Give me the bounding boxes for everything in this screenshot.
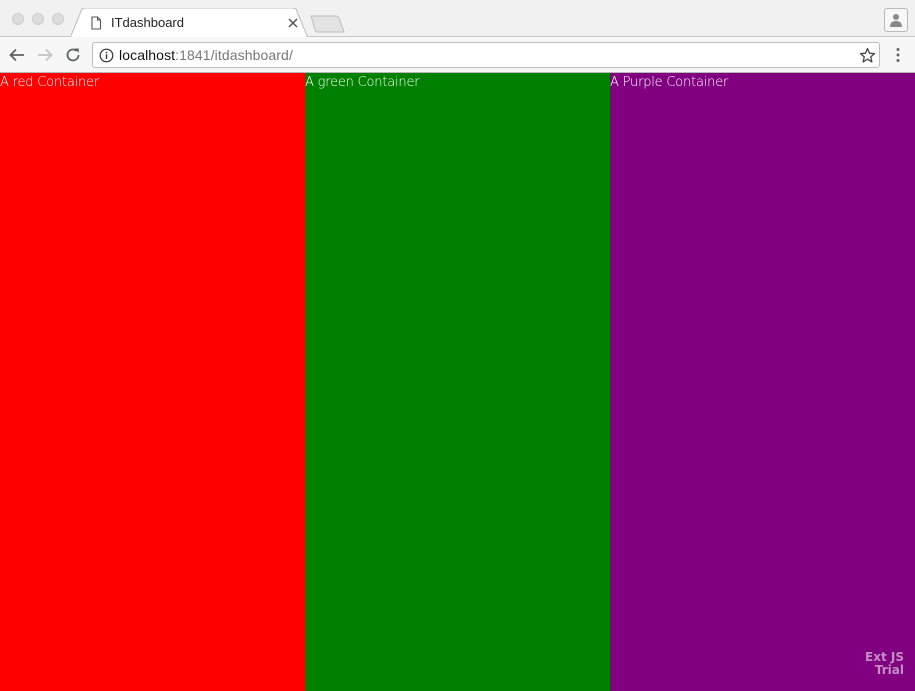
arrow-left-icon[interactable] (8, 46, 26, 64)
url-text: localhost:1841/itdashboard/ (119, 47, 293, 64)
star-icon[interactable] (859, 47, 876, 64)
red-container: A red Container (0, 73, 305, 691)
red-container-label: A red Container (0, 75, 99, 90)
info-icon[interactable] (99, 48, 114, 63)
minimize-window-button[interactable] (32, 13, 44, 25)
reload-icon[interactable] (64, 46, 82, 64)
tab-title: ITdashboard (111, 15, 184, 30)
page-content: A red Container A green Container A Purp… (0, 73, 915, 691)
extjs-trial-watermark: Ext JS Trial (865, 651, 904, 677)
tab-strip: ITdashboard (0, 0, 915, 38)
maximize-window-button[interactable] (52, 13, 64, 25)
browser-window: ITdashboard localhost:1841/itdashboard/ … (0, 0, 915, 691)
kebab-menu-icon[interactable] (891, 47, 905, 63)
green-container: A green Container (305, 73, 610, 691)
close-window-button[interactable] (12, 13, 24, 25)
new-tab-button[interactable] (309, 15, 347, 33)
arrow-right-icon[interactable] (36, 46, 54, 64)
url-path: :1841/itdashboard/ (175, 47, 293, 63)
close-icon[interactable] (286, 16, 300, 30)
purple-container: A Purple Container Ext JS Trial (610, 73, 915, 691)
address-bar[interactable]: localhost:1841/itdashboard/ (92, 42, 880, 68)
green-container-label: A green Container (305, 75, 420, 90)
watermark-line-2: Trial (874, 663, 904, 677)
url-host: localhost (119, 47, 176, 63)
purple-container-label: A Purple Container (610, 75, 729, 90)
tab-itdashboard[interactable]: ITdashboard (70, 8, 308, 38)
document-icon (89, 16, 103, 30)
profile-button[interactable] (884, 8, 908, 32)
browser-toolbar: localhost:1841/itdashboard/ (0, 37, 915, 73)
